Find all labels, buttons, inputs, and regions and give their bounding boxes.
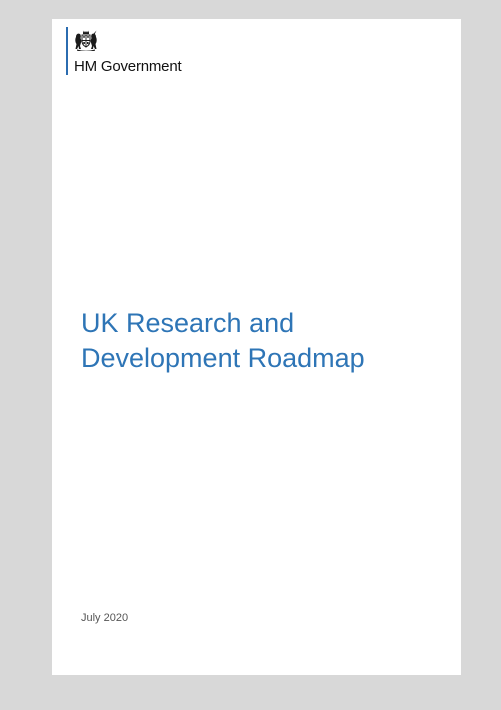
document-title-line-2: Development Roadmap (81, 343, 365, 373)
cover-page: HM Government UK Research and Developmen… (52, 19, 461, 675)
publication-date: July 2020 (81, 612, 129, 624)
royal-coat-of-arms-icon (75, 30, 97, 51)
document-title-line-1: UK Research and (81, 308, 295, 338)
document-title: UK Research and Development Roadmap (81, 306, 365, 376)
logo-divider-line (66, 27, 68, 75)
organisation-name: HM Government (74, 58, 182, 75)
document-viewer: HM Government UK Research and Developmen… (0, 0, 501, 710)
